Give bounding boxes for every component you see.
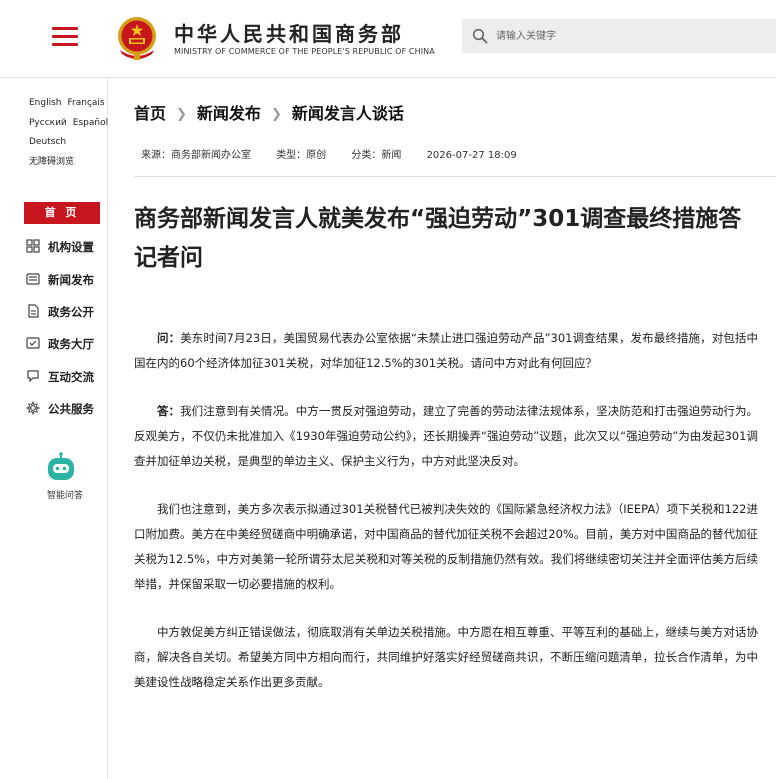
- nav-item-public[interactable]: 政务公开: [24, 301, 106, 323]
- menu-icon[interactable]: [52, 27, 78, 47]
- news-icon: [26, 273, 40, 285]
- nav-item-label: 机构设置: [48, 240, 94, 254]
- article-paragraph: 答：我们注意到有关情况。中方一贯反对强迫劳动，建立了完善的劳动法律法规体系，坚决…: [134, 399, 758, 474]
- assistant-label[interactable]: 智能问答: [22, 488, 108, 501]
- national-emblem-icon: [118, 17, 156, 60]
- nav-item-label: 政务大厅: [48, 337, 94, 351]
- org-grid-icon: [26, 239, 40, 253]
- meta-category: 分类：新闻: [351, 150, 402, 161]
- lang-french[interactable]: Français: [68, 98, 105, 108]
- service-icon: [26, 401, 40, 415]
- nav-item-service[interactable]: 公共服务: [24, 398, 106, 420]
- sidebar: English Français Русский Español Deutsch 无…: [22, 78, 108, 779]
- nav-item-label: 公共服务: [48, 402, 94, 416]
- search-input[interactable]: [496, 19, 766, 53]
- meta-datetime: 2026-07-27 18:09: [426, 150, 517, 161]
- chevron-right-icon: ❯: [176, 107, 187, 122]
- article-body: 问：美东时间7月23日，美国贸易代表办公室依据“未禁止进口强迫劳动产品”301调…: [134, 326, 758, 718]
- search-box: [462, 19, 776, 53]
- lang-spanish[interactable]: Español: [73, 118, 108, 128]
- language-switcher: English Français Русский Español Deutsch 无…: [29, 94, 109, 172]
- breadcrumb-spokesperson[interactable]: 新闻发言人谈话: [292, 104, 404, 123]
- lang-russian[interactable]: Русский: [29, 118, 67, 128]
- nav-item-label: 互动交流: [48, 370, 94, 384]
- article-meta: 来源：商务部新闻办公室 类型：原创 分类：新闻 2026-07-27 18:09: [141, 146, 539, 161]
- site-header: 中华人民共和国商务部 MINISTRY OF COMMERCE OF THE P…: [0, 0, 776, 78]
- nav-home-button[interactable]: 首 页: [24, 202, 100, 224]
- nav-item-label: 新闻发布: [48, 273, 94, 287]
- article-paragraph: 我们也注意到，美方多次表示拟通过301关税替代已被判决失效的《国际紧急经济权力法…: [134, 502, 758, 591]
- search-icon[interactable]: [472, 28, 488, 44]
- document-icon: [28, 304, 39, 318]
- lang-english[interactable]: English: [29, 98, 62, 108]
- meta-source: 来源：商务部新闻办公室: [141, 150, 251, 161]
- divider: [134, 176, 776, 177]
- nav-item-org[interactable]: 机构设置: [24, 236, 106, 258]
- answer-text: 我们注意到有关情况。中方一贯反对强迫劳动，建立了完善的劳动法律法规体系，坚决防范…: [134, 404, 759, 468]
- breadcrumb-news[interactable]: 新闻发布: [197, 104, 261, 123]
- meta-type: 类型：原创: [276, 150, 327, 161]
- answer-lead: 答：: [157, 404, 181, 418]
- nav-item-hall[interactable]: 政务大厅: [24, 333, 106, 355]
- nav-item-interaction[interactable]: 互动交流: [24, 366, 106, 388]
- nav-item-label: 政务公开: [48, 305, 94, 319]
- question-lead: 问：: [157, 331, 181, 345]
- nav-item-news[interactable]: 新闻发布: [24, 269, 106, 291]
- accessibility-link[interactable]: 无障碍浏览: [29, 157, 74, 167]
- breadcrumb: 首页 ❯ 新闻发布 ❯ 新闻发言人谈话: [134, 100, 404, 124]
- article-paragraph: 问：美东时间7月23日，美国贸易代表办公室依据“未禁止进口强迫劳动产品”301调…: [134, 326, 758, 376]
- breadcrumb-home[interactable]: 首页: [134, 104, 166, 123]
- site-brand-cn[interactable]: 中华人民共和国商务部: [174, 18, 404, 47]
- hall-icon: [26, 337, 40, 349]
- article-title: 商务部新闻发言人就美发布“强迫劳动”301调查最终措施答记者问: [134, 206, 742, 271]
- question-text: 美东时间7月23日，美国贸易代表办公室依据“未禁止进口强迫劳动产品”301调查结…: [134, 331, 758, 370]
- article-paragraph: 中方敦促美方纠正错误做法，彻底取消有关单边关税措施。中方愿在相互尊重、平等互利的…: [134, 625, 758, 689]
- robot-assistant-icon[interactable]: [44, 452, 78, 484]
- chevron-right-icon: ❯: [270, 107, 282, 122]
- chat-icon: [27, 370, 39, 383]
- site-brand-en: MINISTRY OF COMMERCE OF THE PEOPLE'S REP…: [174, 47, 435, 56]
- lang-german[interactable]: Deutsch: [29, 137, 66, 147]
